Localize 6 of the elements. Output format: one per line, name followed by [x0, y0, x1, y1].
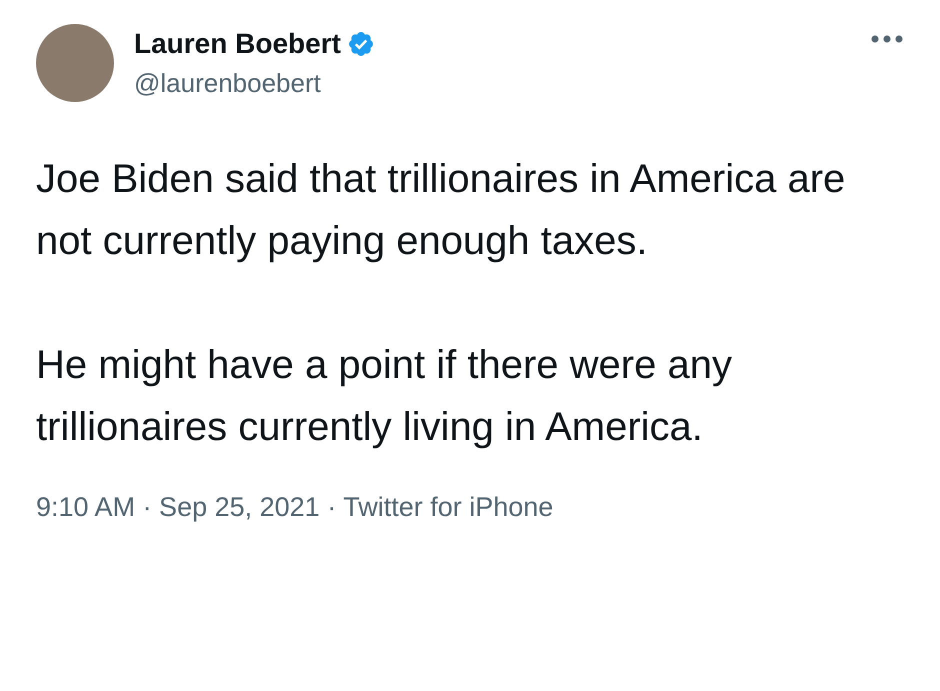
author-name[interactable]: Lauren Boebert — [134, 28, 341, 60]
author-handle[interactable]: @laurenboebert — [134, 68, 850, 99]
tweet-text: He might have a point if there were any trillionaires currently living in America. — [36, 342, 733, 451]
tweet-timestamp: 9:10 AM · Sep 25, 2021 · Twitter for iPhone — [36, 492, 554, 523]
more-options-icon[interactable] — [870, 34, 904, 44]
tweet-text: Joe Biden said that trillionaires in America are not currently paying enough taxes. — [36, 156, 846, 265]
